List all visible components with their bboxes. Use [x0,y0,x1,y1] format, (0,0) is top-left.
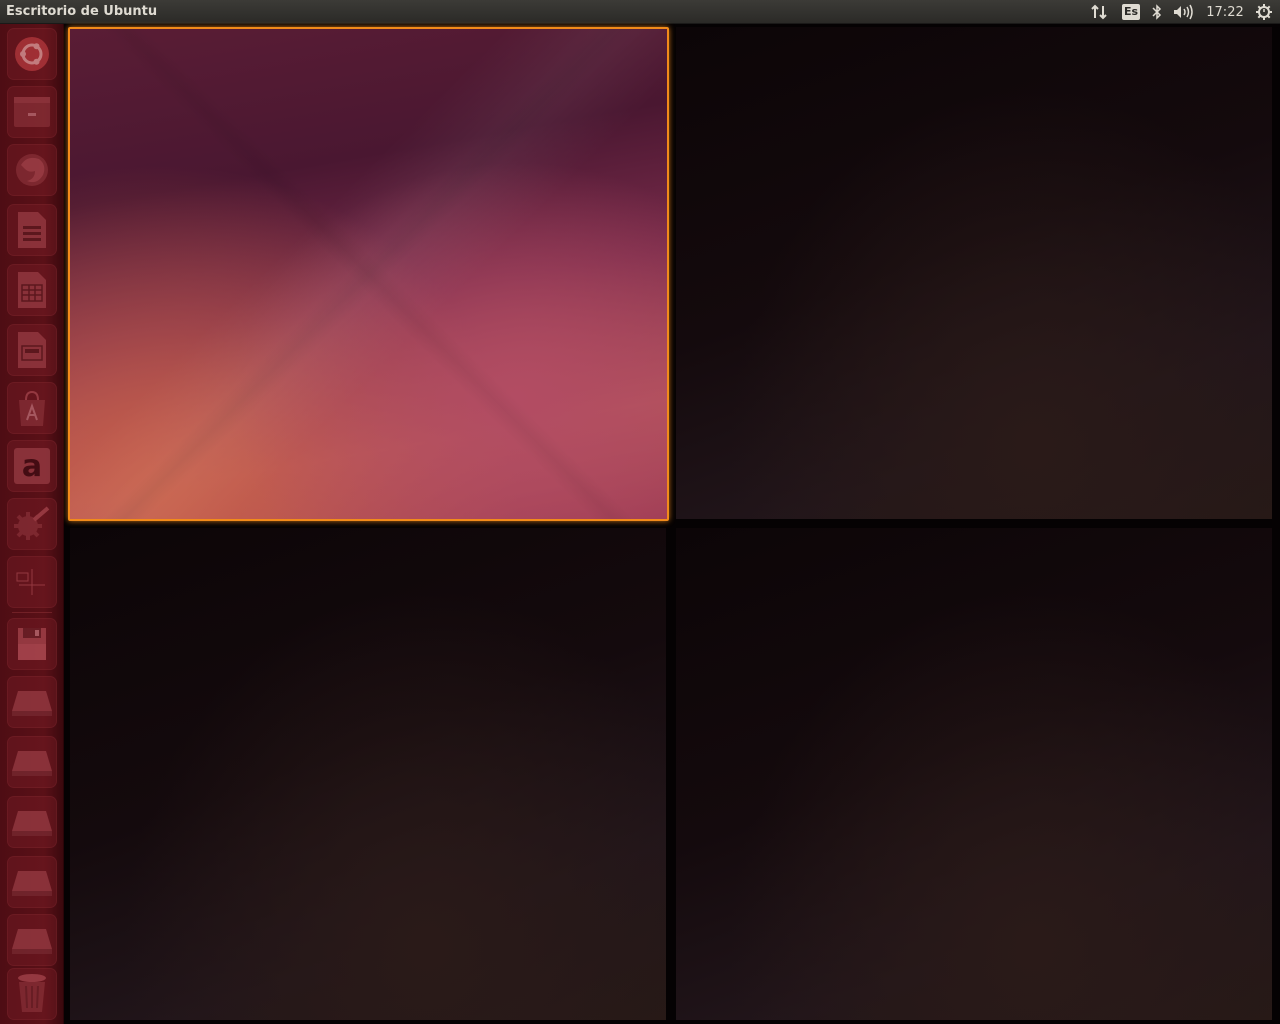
launcher-drive-3[interactable] [7,796,57,848]
launcher-trash[interactable] [7,968,57,1020]
bluetooth-indicator[interactable] [1148,0,1166,24]
launcher-libreoffice-impress[interactable] [7,324,57,376]
launcher: a [0,24,64,1024]
launcher-software-center[interactable] [7,382,57,434]
session-indicator[interactable] [1253,0,1275,24]
workspace-3[interactable] [70,528,666,1020]
launcher-separator [12,612,52,613]
network-indicator[interactable] [1088,0,1110,24]
firefox-icon [16,154,48,186]
top-panel: Escritorio de Ubuntu Es 17:22 [0,0,1280,24]
settings-gears-icon [14,506,50,540]
hard-drive-icon [12,929,52,954]
bluetooth-icon [1152,4,1162,20]
panel-title: Escritorio de Ubuntu [6,4,158,19]
keyboard-layout-label: Es [1121,4,1141,20]
floppy-drive-icon [18,628,46,660]
launcher-libreoffice-writer[interactable] [7,204,57,256]
keyboard-layout-indicator[interactable]: Es [1120,0,1142,24]
amazon-icon: a [14,448,50,484]
hard-drive-icon [12,811,52,836]
desktop-screen: Escritorio de Ubuntu Es 17:22 a [0,0,1280,1024]
launcher-dash-home[interactable] [7,28,57,80]
launcher-drive-2[interactable] [7,736,57,788]
trash-icon [18,974,46,1012]
hard-drive-icon [12,871,52,896]
launcher-drive-4[interactable] [7,856,57,908]
hard-drive-icon [12,751,52,776]
launcher-drive-1[interactable] [7,676,57,728]
writer-document-icon [18,212,46,248]
gear-power-icon [1256,4,1272,20]
launcher-system-settings[interactable] [7,498,57,550]
volume-icon [1174,4,1193,20]
software-center-bag-icon [19,390,45,426]
calc-spreadsheet-icon [18,272,46,308]
sound-indicator[interactable] [1172,0,1196,24]
impress-presentation-icon [18,332,46,368]
launcher-workspace-switcher[interactable] [7,556,57,608]
clock-indicator[interactable]: 17:22 [1200,0,1250,24]
workspace-switcher-icon [16,569,45,595]
launcher-files[interactable] [7,86,57,138]
svg-text:a: a [22,449,42,484]
launcher-amazon[interactable]: a [7,440,57,492]
ubuntu-logo-icon [15,37,49,71]
launcher-floppy-drive[interactable] [7,618,57,670]
workspace-4[interactable] [676,528,1272,1020]
hard-drive-icon [12,691,52,716]
workspace-2[interactable] [676,27,1272,519]
launcher-drive-5[interactable] [7,914,57,966]
launcher-libreoffice-calc[interactable] [7,264,57,316]
launcher-firefox[interactable] [7,144,57,196]
network-up-down-icon [1091,4,1107,20]
file-cabinet-icon [14,97,50,127]
workspace-1-active[interactable] [68,27,669,521]
